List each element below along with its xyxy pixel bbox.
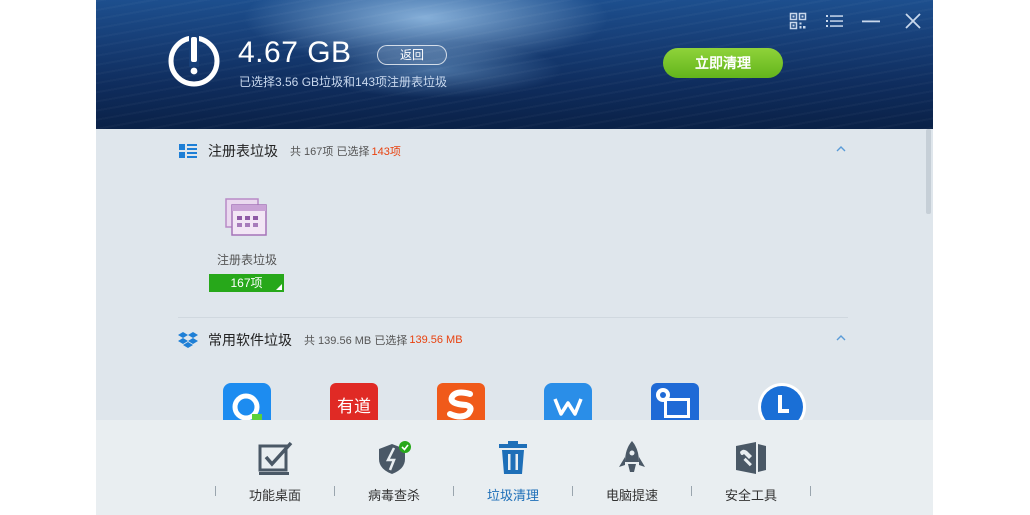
wps-icon[interactable] (543, 382, 593, 422)
registry-tile[interactable]: 注册表垃圾 (208, 197, 286, 268)
section-title: 常用软件垃圾 (208, 332, 292, 348)
section-count: 共 167项 已选择 (290, 146, 370, 158)
clean-now-button[interactable]: 立即清理 (663, 48, 783, 78)
nav-label: 垃圾清理 (486, 488, 539, 503)
section-registry-header[interactable]: 注册表垃圾 共 167项 已选择 143项 (178, 141, 401, 161)
nav-item-security-tools[interactable]: 安全工具 (701, 420, 801, 515)
dropbox-icon (178, 332, 198, 348)
wrench-tool-icon (736, 442, 766, 474)
youdao-icon[interactable]: 有道 (329, 382, 379, 422)
power-icon (168, 33, 220, 87)
trash-icon (499, 441, 527, 474)
rocket-icon (619, 441, 645, 472)
chevron-up-icon[interactable] (835, 142, 847, 154)
registry-window-icon (225, 198, 267, 236)
section-title: 注册表垃圾 (208, 143, 278, 159)
software-icon-row: 有道 (222, 382, 842, 422)
back-button[interactable]: 返回 (377, 45, 447, 65)
sogou-icon[interactable] (436, 382, 486, 422)
section-selected-count: 143项 (371, 146, 401, 158)
settings-app-icon[interactable] (650, 382, 700, 422)
nav-label: 功能桌面 (248, 488, 301, 503)
section-count: 共 139.56 MB 已选择 (304, 335, 408, 347)
close-icon[interactable] (904, 12, 924, 30)
nav-separator (215, 486, 216, 496)
registry-tile-label: 注册表垃圾 (216, 253, 277, 267)
nav-label: 电脑提速 (605, 488, 658, 503)
corner-triangle-icon (276, 284, 282, 290)
bottom-nav: 功能桌面 病毒查杀 垃圾清理 电脑提速 安全工具 (96, 420, 933, 515)
menu-icon[interactable] (825, 12, 845, 30)
qr-code-icon[interactable] (789, 12, 809, 30)
section-software-header[interactable]: 常用软件垃圾 共 139.56 MB 已选择 139.56 MB (178, 330, 463, 350)
nav-item-speedup[interactable]: 电脑提速 (582, 420, 682, 515)
app-window: 4.67 GB 返回 已选择3.56 GB垃圾和143项注册表垃圾 立即清理 注… (96, 0, 933, 515)
chevron-up-icon[interactable] (835, 331, 847, 343)
total-size-value: 4.67 GB (238, 36, 352, 69)
nav-separator (453, 486, 454, 496)
header-banner: 4.67 GB 返回 已选择3.56 GB垃圾和143项注册表垃圾 立即清理 (96, 0, 933, 129)
shield-bolt-icon (379, 441, 411, 474)
nav-item-cleanup[interactable]: 垃圾清理 (463, 420, 563, 515)
nav-item-desktop[interactable]: 功能桌面 (225, 420, 325, 515)
section-divider (178, 317, 848, 318)
nav-separator (334, 486, 335, 496)
cleanup-results-panel: 注册表垃圾 共 167项 已选择 143项 注册表垃圾 167项 常用软件垃圾 … (96, 129, 933, 422)
registry-count-text: 167项 (230, 276, 263, 290)
svg-text:有道: 有道 (337, 397, 371, 417)
minimize-icon[interactable] (861, 12, 881, 30)
nav-separator (691, 486, 692, 496)
registry-grid-icon (179, 144, 197, 158)
scrollbar[interactable] (926, 129, 931, 214)
nav-separator (572, 486, 573, 496)
nav-item-antivirus[interactable]: 病毒查杀 (344, 420, 444, 515)
nav-label: 安全工具 (724, 488, 777, 503)
registry-count-badge[interactable]: 167项 (209, 274, 284, 292)
l-app-icon[interactable] (757, 382, 807, 422)
checkbox-icon (258, 441, 293, 475)
nav-separator (810, 486, 811, 496)
selection-summary: 已选择3.56 GB垃圾和143项注册表垃圾 (239, 75, 448, 89)
section-selected-size: 139.56 MB (409, 334, 463, 346)
qq-browser-icon[interactable] (222, 382, 272, 422)
nav-label: 病毒查杀 (367, 488, 420, 503)
